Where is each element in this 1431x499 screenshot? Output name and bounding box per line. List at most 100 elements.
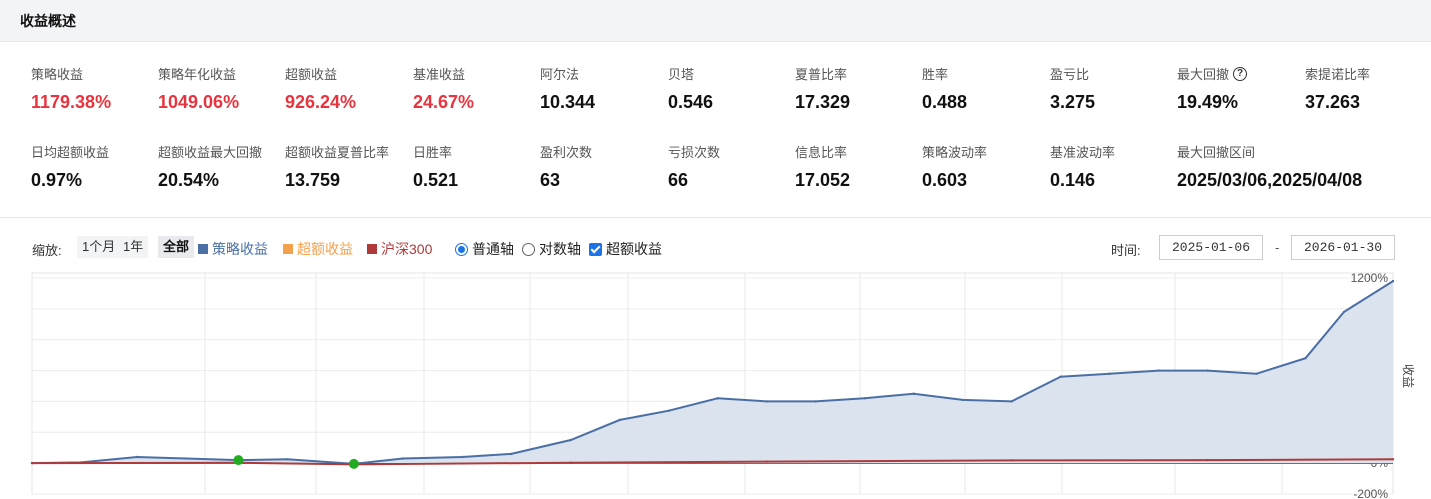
metric-2-3: 日胜率 0.521 bbox=[413, 142, 540, 191]
metric-value: 0.546 bbox=[668, 92, 714, 112]
metric-label-text: 日均超额收益 bbox=[31, 145, 110, 160]
strategy-point bbox=[814, 400, 817, 403]
legend-strategy-swatch bbox=[198, 244, 208, 254]
strategy-point bbox=[510, 452, 513, 456]
metric-value: 2025/03/06,2025/04/08 bbox=[1177, 170, 1363, 190]
legend-hs300[interactable]: 沪深300 bbox=[367, 239, 432, 259]
strategy-point bbox=[961, 398, 964, 402]
metric-label-text: 夏普比率 bbox=[795, 67, 848, 82]
legend-strategy[interactable]: 策略收益 bbox=[198, 239, 268, 259]
metric-label-text: 亏损次数 bbox=[668, 145, 721, 160]
metric-value: 3.275 bbox=[1050, 92, 1096, 112]
metric-value: 0.97% bbox=[31, 170, 83, 190]
metric-label-text: 贝塔 bbox=[668, 67, 695, 82]
metric-1-2: 超额收益 926.24% bbox=[285, 64, 412, 113]
zoom-1year-button[interactable]: 1年 bbox=[118, 236, 149, 258]
benchmark-point bbox=[1010, 459, 1013, 462]
metric-label-text: 最大回撤区间 bbox=[1177, 145, 1256, 160]
y-tick-label: -200% bbox=[1353, 487, 1388, 499]
start-date-input[interactable]: 2025-01-06 bbox=[1159, 235, 1263, 260]
metric-value: 24.67% bbox=[413, 92, 475, 112]
excess-toggle[interactable]: 超额收益 bbox=[589, 239, 662, 259]
metric-2-5: 亏损次数 66 bbox=[668, 142, 795, 191]
metric-value: 19.49% bbox=[1177, 92, 1239, 112]
metric-1-0: 策略收益 1179.38% bbox=[31, 64, 158, 113]
metric-label-text: 日胜率 bbox=[413, 145, 453, 160]
metric-value: 0.488 bbox=[922, 92, 968, 112]
normal-axis-label: 普通轴 bbox=[472, 241, 514, 257]
returns-chart[interactable]: 1200%1000%800%600%400%200%0%-200%收益 bbox=[0, 268, 1431, 499]
legend-hs300-label: 沪深300 bbox=[381, 241, 433, 257]
normal-axis-option[interactable]: 普通轴 bbox=[455, 239, 514, 259]
strategy-point bbox=[667, 409, 670, 412]
metric-label: 基准波动率 bbox=[1050, 142, 1177, 161]
help-icon[interactable]: ? bbox=[1233, 66, 1248, 81]
metric-label: 策略收益 bbox=[31, 64, 158, 83]
metric-2-0: 日均超额收益 0.97% bbox=[31, 142, 158, 191]
metric-label: 夏普比率 bbox=[795, 64, 922, 83]
metric-value: 17.329 bbox=[795, 92, 851, 112]
metrics-panel: 策略收益 1179.38% 策略年化收益 1049.06% 超额收益 926.24% 基准收… bbox=[0, 42, 1431, 218]
metric-1-9: 最大回撤? 19.49% bbox=[1177, 64, 1304, 113]
metric-value: 1049.06% bbox=[158, 92, 240, 112]
metric-1-10: 索提诺比率 37.263 bbox=[1305, 64, 1431, 113]
strategy-point bbox=[1157, 369, 1160, 372]
strategy-point bbox=[1304, 357, 1307, 360]
zoom-1month-button[interactable]: 1个月 bbox=[77, 236, 121, 258]
metric-label-text: 阿尔法 bbox=[540, 67, 580, 82]
metric-label: 超额收益夏普比率 bbox=[285, 142, 412, 161]
benchmark-point bbox=[1206, 458, 1209, 462]
metric-label: 盈利次数 bbox=[540, 142, 667, 161]
summary-title: 收益概述 bbox=[20, 13, 76, 29]
normal-axis-radio[interactable] bbox=[455, 242, 468, 256]
metric-label-text: 索提诺比率 bbox=[1305, 67, 1371, 82]
strategy-point bbox=[716, 397, 719, 400]
metric-value: 1179.38% bbox=[31, 92, 112, 112]
metric-label-text: 基准波动率 bbox=[1050, 145, 1116, 160]
metric-value: 66 bbox=[668, 170, 689, 190]
metric-label-text: 策略波动率 bbox=[922, 145, 988, 160]
metric-2-1: 超额收益最大回撤 20.54% bbox=[158, 142, 285, 191]
log-axis-option[interactable]: 对数轴 bbox=[522, 239, 581, 259]
metric-label: 阿尔法 bbox=[540, 64, 667, 83]
zoom-all-button[interactable]: 全部 bbox=[158, 236, 195, 258]
y-tick-label: 1200% bbox=[1351, 271, 1389, 285]
metric-label: 策略波动率 bbox=[922, 142, 1049, 161]
metric-label-text: 超额收益最大回撤 bbox=[158, 145, 263, 160]
strategy-point bbox=[569, 438, 572, 442]
metric-label: 超额收益最大回撤 bbox=[158, 142, 285, 161]
metric-label-text: 最大回撤 bbox=[1177, 67, 1230, 82]
chart-toolbar: 缩放: 1个月 1年 全部 策略收益 超额收益 沪深300 普通轴 对数轴 超额… bbox=[0, 233, 1431, 261]
metric-label: 贝塔 bbox=[668, 64, 795, 83]
metric-1-4: 阿尔法 10.344 bbox=[540, 64, 667, 113]
excess-checkbox[interactable] bbox=[589, 242, 602, 256]
metric-2-2: 超额收益夏普比率 13.759 bbox=[285, 142, 412, 191]
metric-label: 最大回撤? bbox=[1177, 64, 1304, 83]
metric-label-text: 策略收益 bbox=[31, 67, 84, 82]
metric-2-8: 基准波动率 0.146 bbox=[1050, 142, 1177, 191]
strategy-point bbox=[286, 458, 289, 461]
metric-value: 926.24% bbox=[285, 92, 357, 112]
strategy-point bbox=[184, 457, 188, 460]
strategy-point bbox=[1108, 372, 1111, 375]
metric-label-text: 胜率 bbox=[922, 67, 949, 82]
log-axis-radio[interactable] bbox=[522, 242, 535, 256]
strategy-point bbox=[1010, 400, 1013, 403]
benchmark-point bbox=[569, 461, 572, 464]
legend-hs300-swatch bbox=[367, 244, 377, 254]
metric-1-5: 贝塔 0.546 bbox=[668, 64, 795, 113]
strategy-point bbox=[863, 397, 866, 400]
metric-1-6: 夏普比率 17.329 bbox=[795, 64, 922, 113]
metric-label-text: 盈亏比 bbox=[1050, 67, 1090, 82]
strategy-point bbox=[1206, 369, 1209, 372]
benchmark-point bbox=[1391, 458, 1395, 461]
strategy-point bbox=[401, 457, 405, 460]
metric-label-text: 信息比率 bbox=[795, 145, 848, 160]
legend-excess[interactable]: 超额收益 bbox=[283, 239, 353, 259]
metric-1-1: 策略年化收益 1049.06% bbox=[158, 64, 285, 113]
metric-value: 10.344 bbox=[540, 92, 596, 112]
metric-value: 17.052 bbox=[795, 170, 851, 190]
metric-label: 策略年化收益 bbox=[158, 64, 285, 83]
benchmark-point bbox=[30, 461, 34, 465]
end-date-input[interactable]: 2026-01-30 bbox=[1291, 235, 1395, 260]
